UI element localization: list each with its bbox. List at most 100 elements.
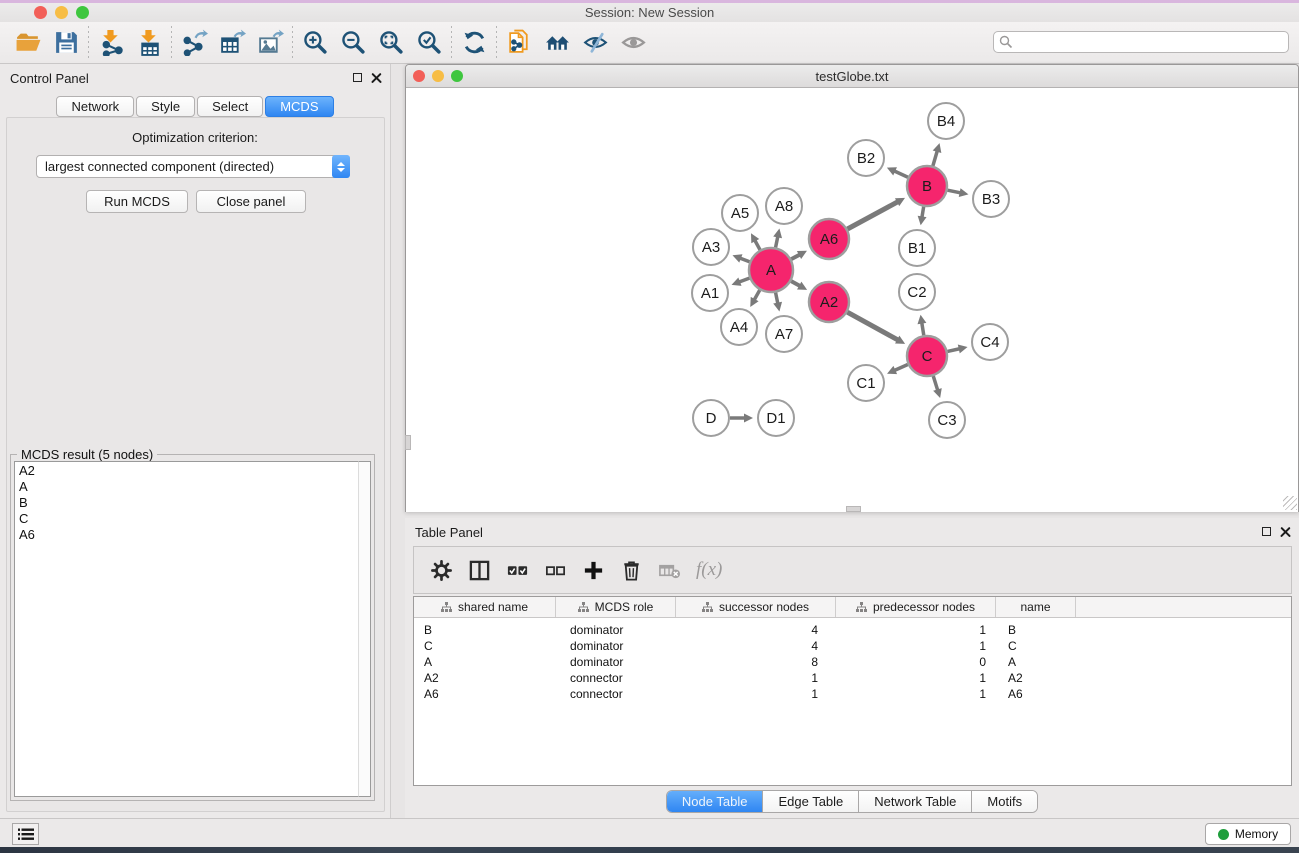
edge-C-C3[interactable] [933,376,938,391]
status-bar: Memory [0,818,1299,847]
memory-button[interactable]: Memory [1205,823,1291,845]
table-cell: A2 [996,670,1076,686]
session-title: Session: New Session [0,5,1299,20]
trash-icon [620,559,643,582]
window-resize-grip[interactable] [1283,496,1297,510]
network-title: testGlobe.txt [406,69,1298,84]
show-panels-button[interactable] [12,823,39,845]
edge-B-B2[interactable] [893,171,908,178]
search-input[interactable] [993,31,1289,53]
zoom-fit-button[interactable] [372,25,410,61]
function-builder-button[interactable]: f(x) [692,559,722,581]
export-network-button[interactable] [175,25,213,61]
open-session-button[interactable] [9,25,47,61]
table-cell: 1 [836,670,996,686]
table-toolbar: f(x) [413,546,1292,594]
mcds-result-group: MCDS result (5 nodes) A2ABCA6 [10,454,375,801]
main-titlebar[interactable]: Session: New Session [0,3,1299,22]
zoom-in-icon [302,29,329,56]
column-header-predecessor-nodes[interactable]: predecessor nodes [836,597,996,617]
run-mcds-button[interactable]: Run MCDS [86,190,188,213]
table-row[interactable]: Adominator80A [414,654,1291,670]
select-all-button[interactable] [502,554,532,586]
zoom-selected-button[interactable] [410,25,448,61]
search-field[interactable] [993,31,1289,53]
table-row[interactable]: Cdominator41C [414,638,1291,654]
tab-motifs[interactable]: Motifs [972,791,1037,812]
list-icon [18,828,34,841]
tab-edge-table[interactable]: Edge Table [763,791,859,812]
tab-select[interactable]: Select [197,96,263,117]
column-header-empty [1076,597,1291,617]
export-network-icon [181,29,208,56]
mcds-result-item[interactable]: B [19,495,355,511]
tab-mcds[interactable]: MCDS [265,96,333,117]
zoom-in-button[interactable] [296,25,334,61]
float-table-panel-icon[interactable] [1262,527,1271,536]
import-table-button[interactable] [130,25,168,61]
table-row[interactable]: A2connector11A2 [414,670,1291,686]
network-canvas[interactable]: AA1A2A3A4A5A6A7A8BB1B2B3B4CC1C2C3C4DD1 [406,88,1298,512]
tab-network-table[interactable]: Network Table [859,791,972,812]
edge-C-C1[interactable] [893,364,907,370]
close-panel-button[interactable]: Close panel [196,190,306,213]
criterion-dropdown[interactable]: largest connected component (directed) [36,155,350,178]
zoom-selected-icon [416,29,443,56]
mcds-result-list[interactable]: A2ABCA6 [14,461,360,797]
table-cell: 1 [836,686,996,702]
mcds-result-item[interactable]: A [19,479,355,495]
export-table-button[interactable] [213,25,251,61]
show-graphics-details-button[interactable] [614,25,652,61]
table-settings-button[interactable] [426,554,456,586]
import-network-button[interactable] [92,25,130,61]
network-window-titlebar[interactable]: testGlobe.txt [406,65,1298,88]
new-network-button[interactable] [500,25,538,61]
home-button[interactable] [538,25,576,61]
column-header-MCDS-role[interactable]: MCDS role [556,597,676,617]
import-network-icon [98,29,125,56]
edge-A6-B[interactable] [847,201,898,229]
refresh-button[interactable] [455,25,493,61]
table-row[interactable]: Bdominator41B [414,622,1291,638]
column-header-successor-nodes[interactable]: successor nodes [676,597,836,617]
table-cell: A [414,654,556,670]
show-column-button[interactable] [464,554,494,586]
column-header-name[interactable]: name [996,597,1076,617]
delete-table-icon [658,559,681,582]
edge-B-B3[interactable] [948,190,962,193]
save-session-button[interactable] [47,25,85,61]
network-window: testGlobe.txt AA1A2A3A4A5A6A7A8BB1B2B3B4… [405,64,1299,512]
float-panel-icon[interactable] [353,73,362,82]
table-body: Bdominator41BCdominator41CAdominator80AA… [414,618,1291,702]
edge-C-C4[interactable] [947,349,960,352]
table-cell: B [996,622,1076,638]
edge-A2-C[interactable] [847,312,899,340]
zoom-out-button[interactable] [334,25,372,61]
tab-node-table[interactable]: Node Table [667,791,764,812]
hierarchy-icon [702,602,713,613]
tab-network[interactable]: Network [56,96,134,117]
close-panel-icon[interactable] [371,72,382,83]
table-row[interactable]: A6connector11A6 [414,686,1291,702]
node-label-B2: B2 [857,150,875,167]
column-header-shared-name[interactable]: shared name [414,597,556,617]
delete-table-button[interactable] [654,554,684,586]
hide-graphics-details-button[interactable] [576,25,614,61]
export-image-button[interactable] [251,25,289,61]
mcds-result-item[interactable]: C [19,511,355,527]
mcds-result-scrollbar[interactable] [358,461,371,797]
close-table-panel-icon[interactable] [1280,526,1291,537]
application-window: Session: New Session [0,0,1299,853]
delete-column-button[interactable] [616,554,646,586]
vertical-scroll-thumb[interactable] [405,435,411,450]
edge-C-C2[interactable] [922,322,924,336]
edge-B-B4[interactable] [933,150,938,166]
table-panel: Table Panel [405,518,1299,818]
tab-style[interactable]: Style [136,96,195,117]
unselect-all-button[interactable] [540,554,570,586]
horizontal-scroll-thumb[interactable] [846,506,861,512]
network-graph: AA1A2A3A4A5A6A7A8BB1B2B3B4CC1C2C3C4DD1 [406,88,1298,512]
mcds-result-item[interactable]: A2 [19,463,355,479]
mcds-result-item[interactable]: A6 [19,527,355,543]
add-column-button[interactable] [578,554,608,586]
